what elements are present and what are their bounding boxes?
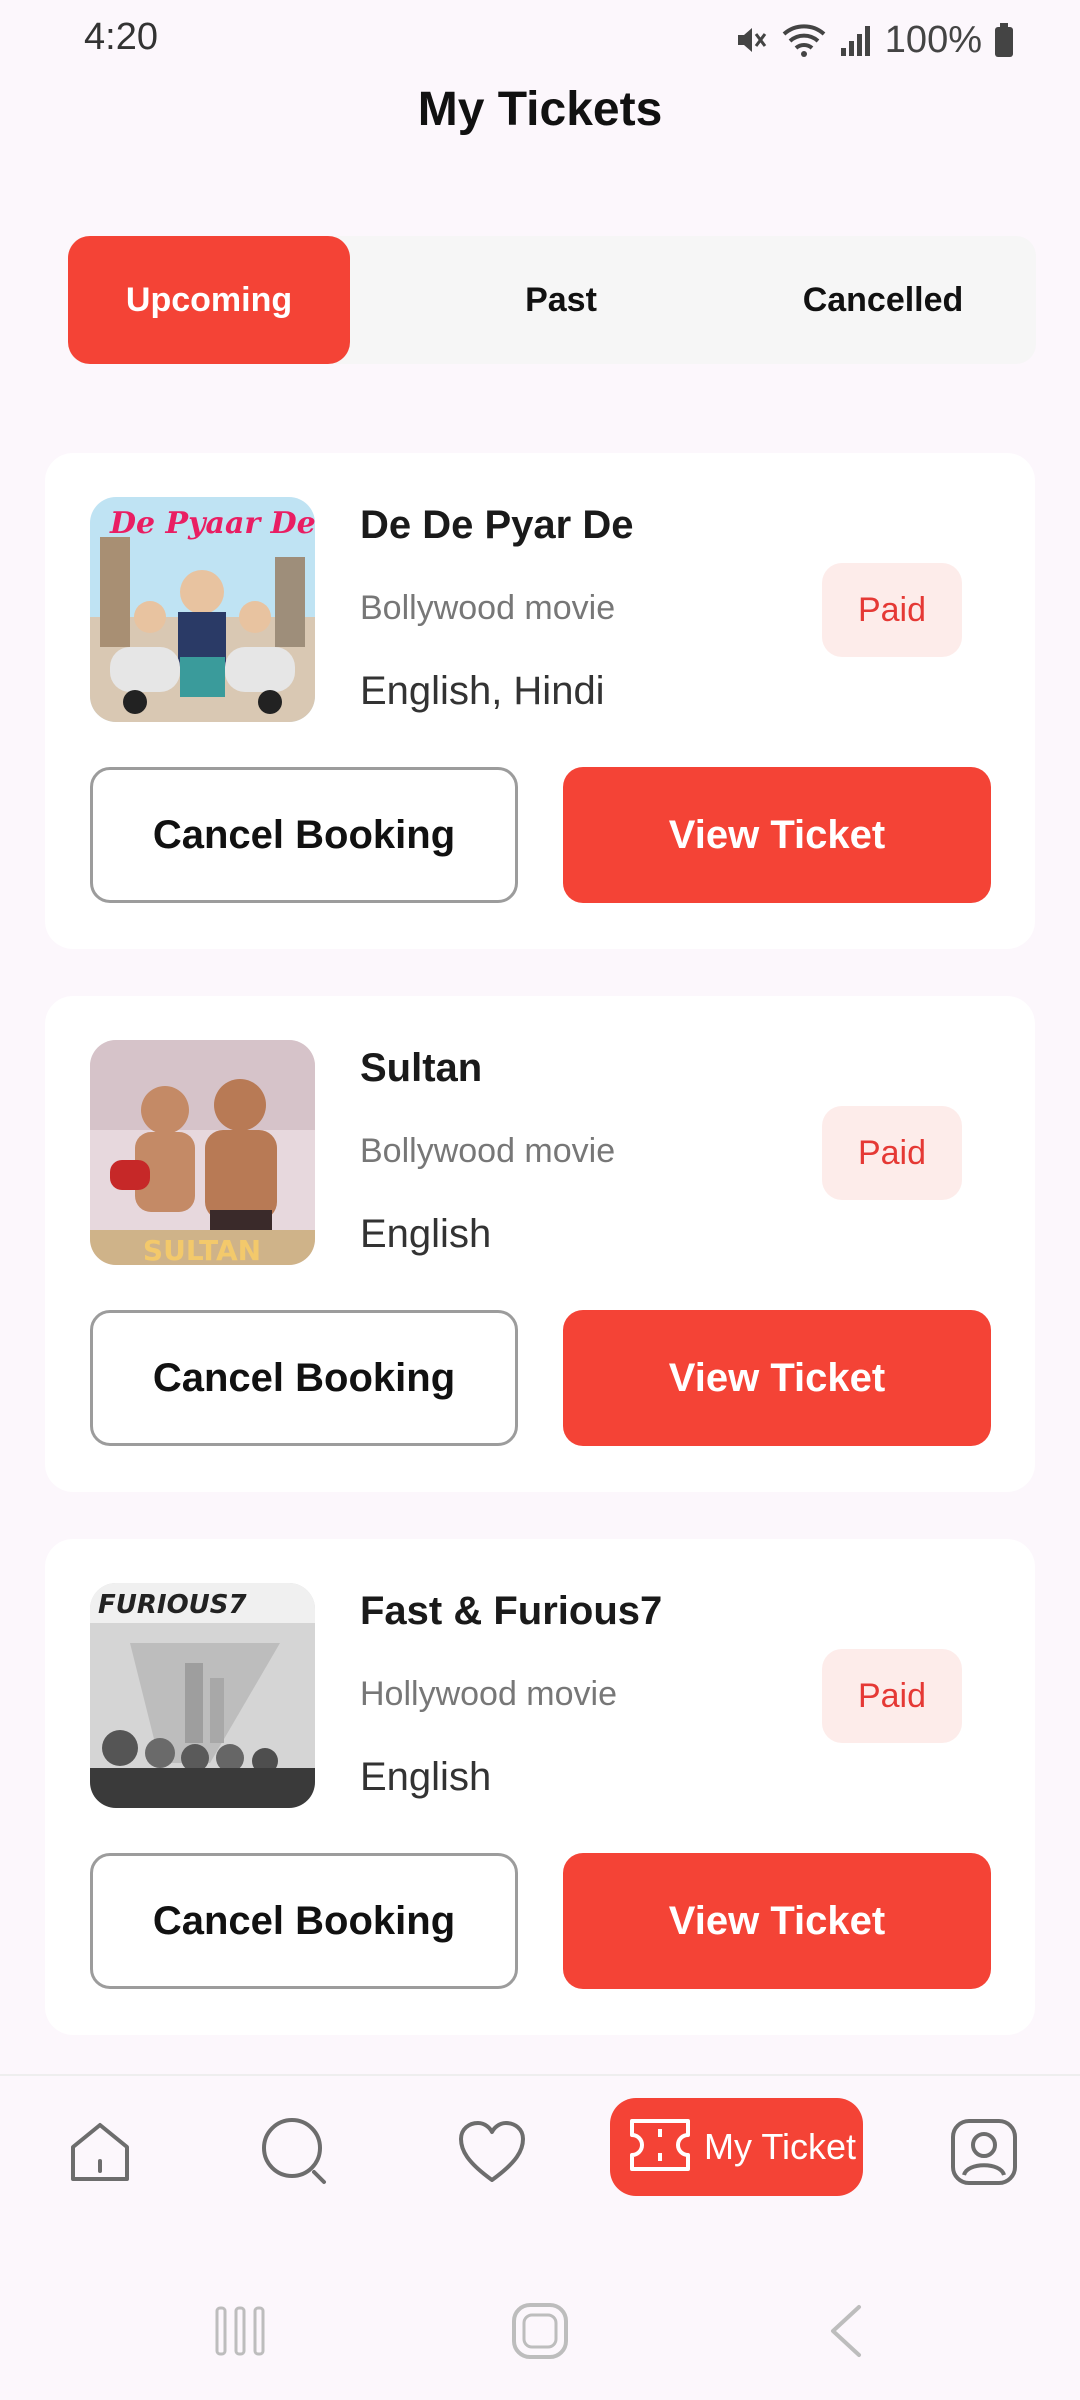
movie-poster[interactable]: SULTAN (90, 1040, 315, 1265)
recent-apps-icon (213, 2304, 267, 2363)
heart-icon (457, 2120, 527, 2189)
tab-cancelled[interactable]: Cancelled (728, 236, 1038, 364)
view-ticket-button[interactable]: View Ticket (563, 767, 991, 903)
movie-title: De De Pyar De (360, 503, 634, 547)
movie-poster[interactable]: FURIOUS7 (90, 1583, 315, 1808)
recent-apps-button[interactable] (200, 2298, 280, 2368)
signal-icon (839, 22, 873, 58)
nav-active-label: My Ticket (704, 2126, 857, 2167)
profile-icon (949, 2117, 1019, 2192)
page-title: My Tickets (417, 83, 663, 136)
poster-title-text: De Pyaar De (109, 506, 315, 541)
ticket-icon (626, 2115, 694, 2180)
nav-home[interactable] (60, 2114, 140, 2194)
tab-upcoming[interactable]: Upcoming (68, 236, 350, 364)
status-bar: 4:20 100% (0, 0, 1080, 80)
cancel-booking-button[interactable]: Cancel Booking (90, 1310, 518, 1446)
ticket-card: SULTAN Sultan Bollywood movie English Pa… (45, 996, 1035, 1492)
mute-icon (733, 22, 769, 58)
screen: 4:20 100% My Tickets Upcoming Past Cance… (0, 0, 1080, 2400)
movie-genre: Hollywood movie (360, 1675, 617, 1713)
cancel-booking-button[interactable]: Cancel Booking (90, 1853, 518, 1989)
wifi-icon (781, 22, 827, 58)
view-ticket-button[interactable]: View Ticket (563, 1853, 991, 1989)
nav-search[interactable] (256, 2114, 336, 2194)
movie-poster[interactable]: De Pyaar De (90, 497, 315, 722)
movie-title: Fast & Furious7 (360, 1589, 663, 1633)
movie-languages: English (360, 1755, 492, 1799)
ticket-tabs: Upcoming Past Cancelled (68, 236, 1036, 364)
bottom-nav: My Ticket (0, 2074, 1080, 2234)
home-button[interactable] (500, 2298, 580, 2368)
view-ticket-button[interactable]: View Ticket (563, 1310, 991, 1446)
battery-icon (994, 22, 1014, 58)
nav-profile[interactable] (944, 2114, 1024, 2194)
back-icon (825, 2303, 865, 2364)
home-circle-icon (510, 2301, 570, 2366)
movie-title: Sultan (360, 1046, 483, 1090)
nav-my-ticket[interactable]: My Ticket (610, 2098, 863, 2196)
ticket-card: De Pyaar De De De Pyar De Bollywood movi… (45, 453, 1035, 949)
movie-languages: English (360, 1212, 492, 1256)
poster-title-text: FURIOUS7 (98, 1590, 248, 1620)
poster-title-text: SULTAN (143, 1234, 261, 1265)
ticket-card: FURIOUS7 Fast & Furious7 Hollywood movie… (45, 1539, 1035, 2035)
back-button[interactable] (805, 2298, 885, 2368)
system-nav-bar (0, 2270, 1080, 2400)
cancel-booking-button[interactable]: Cancel Booking (90, 767, 518, 903)
status-time: 4:20 (84, 16, 158, 58)
search-icon (260, 2116, 332, 2193)
movie-genre: Bollywood movie (360, 1132, 616, 1170)
movie-genre: Bollywood movie (360, 589, 616, 627)
status-badge: Paid (822, 1106, 962, 1200)
battery-level: 100% (884, 18, 982, 61)
movie-languages: English, Hindi (360, 669, 605, 713)
status-badge: Paid (822, 563, 962, 657)
nav-favorites[interactable] (452, 2114, 532, 2194)
status-icons: 100% (733, 16, 1014, 64)
tab-past[interactable]: Past (406, 236, 716, 364)
status-badge: Paid (822, 1649, 962, 1743)
home-icon (65, 2117, 135, 2192)
